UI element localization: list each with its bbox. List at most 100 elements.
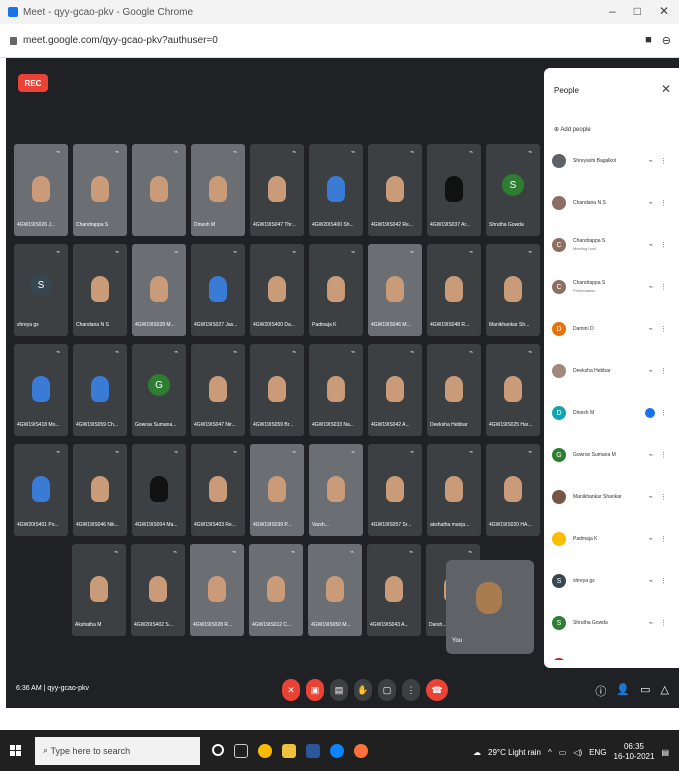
people-list-item[interactable]: Padmaja K ⌁ ⋮ — [544, 518, 679, 560]
muted-mic-icon[interactable]: ⌁ — [649, 367, 653, 375]
people-list-item[interactable]: Shreyashi Bagalkot ⌁ ⋮ — [544, 140, 679, 182]
url-text[interactable]: meet.google.com/qyy-gcao-pkv?authuser=0 — [23, 35, 218, 46]
participant-tile[interactable]: ⌁ 4GW19IS059 Br... — [250, 344, 304, 436]
self-view-tile[interactable]: You — [446, 560, 534, 654]
notifications-icon[interactable]: ▤ — [661, 748, 669, 757]
people-list-item[interactable]: Vasavi S⌁⋮ — [544, 644, 679, 660]
people-list-item[interactable]: Chandana N S ⌁ ⋮ — [544, 182, 679, 224]
participant-tile[interactable]: ⌁ 4GW19IS046 Nik... — [73, 444, 127, 536]
participant-tile[interactable]: ⌁ 4GW19IS059 Ch... — [73, 344, 127, 436]
participant-tile[interactable]: ⌁ Akshatha M — [72, 544, 126, 636]
muted-mic-icon[interactable]: ⌁ — [649, 577, 653, 585]
participant-tile[interactable]: ⌁ Dinesh M — [191, 144, 245, 236]
people-list-item[interactable]: C Chandrappa S Meeting host ⌁ ⋮ — [544, 224, 679, 266]
participant-tile[interactable]: ⌁ 4GW19IS043 A... — [367, 544, 421, 636]
add-people-button[interactable]: ⊕ Add people — [554, 126, 591, 133]
muted-mic-icon[interactable]: ⌁ — [649, 199, 653, 207]
more-options-icon[interactable]: ⋮ — [660, 157, 667, 165]
more-options-icon[interactable]: ⋮ — [660, 325, 667, 333]
task-view-icon[interactable] — [234, 743, 248, 758]
participant-tile[interactable]: ⌁ 4GW19IS418 Mo... — [14, 344, 68, 436]
captions-icon[interactable]: ▤ — [330, 679, 348, 701]
participant-tile[interactable]: ⌁ 4GW19IS403 Re... — [191, 444, 245, 536]
participant-tile[interactable]: ⌁ 4GW19IS026 J... — [14, 144, 68, 236]
participant-tile[interactable]: ⌁ 4GW20IS402 S... — [131, 544, 185, 636]
participant-tile[interactable]: ⌁ 4GW19IS033 Na... — [309, 344, 363, 436]
edge-icon[interactable] — [330, 743, 344, 758]
people-list-item[interactable]: Deeksha Hebbar ⌁ ⋮ — [544, 350, 679, 392]
participant-tile[interactable]: ⌁ 4GW19IS004 Ma... — [132, 444, 186, 536]
chrome-icon[interactable] — [258, 743, 272, 758]
more-options-icon[interactable]: ⋮ — [660, 619, 667, 627]
participant-tile[interactable]: ⌁ Manikhankar Sh... — [486, 244, 540, 336]
muted-mic-icon[interactable]: ⌁ — [649, 535, 653, 543]
more-options-icon[interactable]: ⋮ — [402, 679, 420, 701]
participant-tile[interactable]: ⌁ 4GW19IS027 Jas... — [191, 244, 245, 336]
people-list-item[interactable]: Manikhankar Shankar ⌁ ⋮ — [544, 476, 679, 518]
muted-mic-icon[interactable]: ⌁ — [649, 325, 653, 333]
participant-tile[interactable]: ⌁ 4GW19IS047 Nir... — [191, 344, 245, 436]
participant-tile[interactable]: ⌁ 4GW19IS057 Sr... — [368, 444, 422, 536]
people-list-item[interactable]: Sshreya gs ⌁ ⋮ — [544, 560, 679, 602]
minimize-icon[interactable]: – — [609, 4, 616, 18]
muted-mic-icon[interactable]: ⌁ — [649, 493, 653, 501]
profile-icon[interactable]: ⊖ — [662, 34, 671, 47]
participant-tile[interactable]: ⌁ 4GW19IS042 Re... — [368, 144, 422, 236]
participant-tile[interactable]: ⌁ 4GW20IS400 Da... — [250, 244, 304, 336]
participant-tile[interactable]: S ⌁ shreya gs — [14, 244, 68, 336]
close-window-icon[interactable]: ✕ — [659, 4, 669, 18]
participant-tile[interactable]: G ⌁ Gowrav Sumana... — [132, 344, 186, 436]
file-explorer-icon[interactable] — [282, 743, 296, 758]
chat-icon[interactable]: ▭ — [640, 683, 650, 699]
participant-tile[interactable]: ⌁ 4GW19IS012 C... — [249, 544, 303, 636]
participant-tile[interactable]: S ⌁ Shrutha Gowda — [486, 144, 540, 236]
firefox-icon[interactable] — [354, 743, 368, 758]
taskbar-search-box[interactable]: ⌕ Type here to search — [35, 736, 200, 765]
lock-icon[interactable] — [10, 36, 17, 45]
participant-tile[interactable]: ⌁ 4GW19IS042 A... — [368, 344, 422, 436]
present-icon[interactable]: ▢ — [378, 679, 396, 701]
participant-tile[interactable]: ⌁ Varsh... — [309, 444, 363, 536]
participant-tile[interactable]: ⌁ Chandana N S — [73, 244, 127, 336]
participant-tile[interactable]: ⌁ 4GW19IS028 M... — [132, 244, 186, 336]
people-icon[interactable]: 👤 — [616, 683, 630, 699]
muted-mic-icon[interactable]: ⌁ — [649, 451, 653, 459]
participant-tile[interactable]: ⌁ 4GW19IS050 M... — [308, 544, 362, 636]
participant-tile[interactable]: ⌁ Padmaja K — [309, 244, 363, 336]
activities-icon[interactable]: △ — [661, 683, 669, 699]
participant-tile[interactable]: ⌁ 4GW19IS039 P... — [250, 444, 304, 536]
muted-mic-icon[interactable]: ⌁ — [649, 619, 653, 627]
people-list-item[interactable]: G Gowrav Sumana M ⌁ ⋮ — [544, 434, 679, 476]
more-options-icon[interactable]: ⋮ — [660, 283, 667, 291]
participant-tile[interactable]: ⌁ 4GW20IS401 Po... — [14, 444, 68, 536]
people-list-item[interactable]: C Chandrappa S Presentation ⌁ ⋮ — [544, 266, 679, 308]
close-icon[interactable]: ✕ — [661, 82, 671, 96]
language-indicator[interactable]: ENG — [589, 748, 606, 757]
raise-hand-icon[interactable]: ✋ — [354, 679, 372, 701]
participant-tile[interactable]: ⌁ 4GW19IS048 R... — [427, 244, 481, 336]
people-list-item[interactable]: D Damini D ⌁ ⋮ — [544, 308, 679, 350]
info-icon[interactable]: ⓘ — [595, 683, 606, 699]
tray-chevron-icon[interactable]: ^ — [548, 748, 552, 757]
participant-tile[interactable]: ⌁ 4GW20IS400 Sh... — [309, 144, 363, 236]
people-list-item[interactable]: D Dinesh M ⋮ — [544, 392, 679, 434]
camera-indicator-icon[interactable]: ■ — [645, 34, 652, 47]
leave-call-icon[interactable]: ☎ — [426, 679, 448, 701]
mic-off-icon[interactable]: ✕ — [282, 679, 300, 701]
participant-tile[interactable]: ⌁ — [132, 144, 186, 236]
clock[interactable]: 06:35 16-10-2021 — [614, 742, 655, 762]
weather-icon[interactable]: ☁ — [473, 748, 481, 757]
cortana-icon[interactable] — [212, 743, 224, 756]
more-options-icon[interactable]: ⋮ — [660, 451, 667, 459]
word-icon[interactable] — [306, 743, 320, 758]
more-options-icon[interactable]: ⋮ — [660, 367, 667, 375]
more-options-icon[interactable]: ⋮ — [660, 535, 667, 543]
participant-tile[interactable]: ⌁ Chandrappa S — [73, 144, 127, 236]
participant-tile[interactable]: ⌁ 4GW19IS025 Har... — [486, 344, 540, 436]
more-options-icon[interactable]: ⋮ — [660, 241, 667, 249]
weather-text[interactable]: 29°C Light rain — [488, 748, 541, 757]
restore-icon[interactable]: □ — [634, 4, 641, 18]
participant-tile[interactable]: ⌁ akshatha manju... — [427, 444, 481, 536]
more-options-icon[interactable]: ⋮ — [660, 577, 667, 585]
participant-tile[interactable]: ⌁ 4GW19IS046 M... — [368, 244, 422, 336]
